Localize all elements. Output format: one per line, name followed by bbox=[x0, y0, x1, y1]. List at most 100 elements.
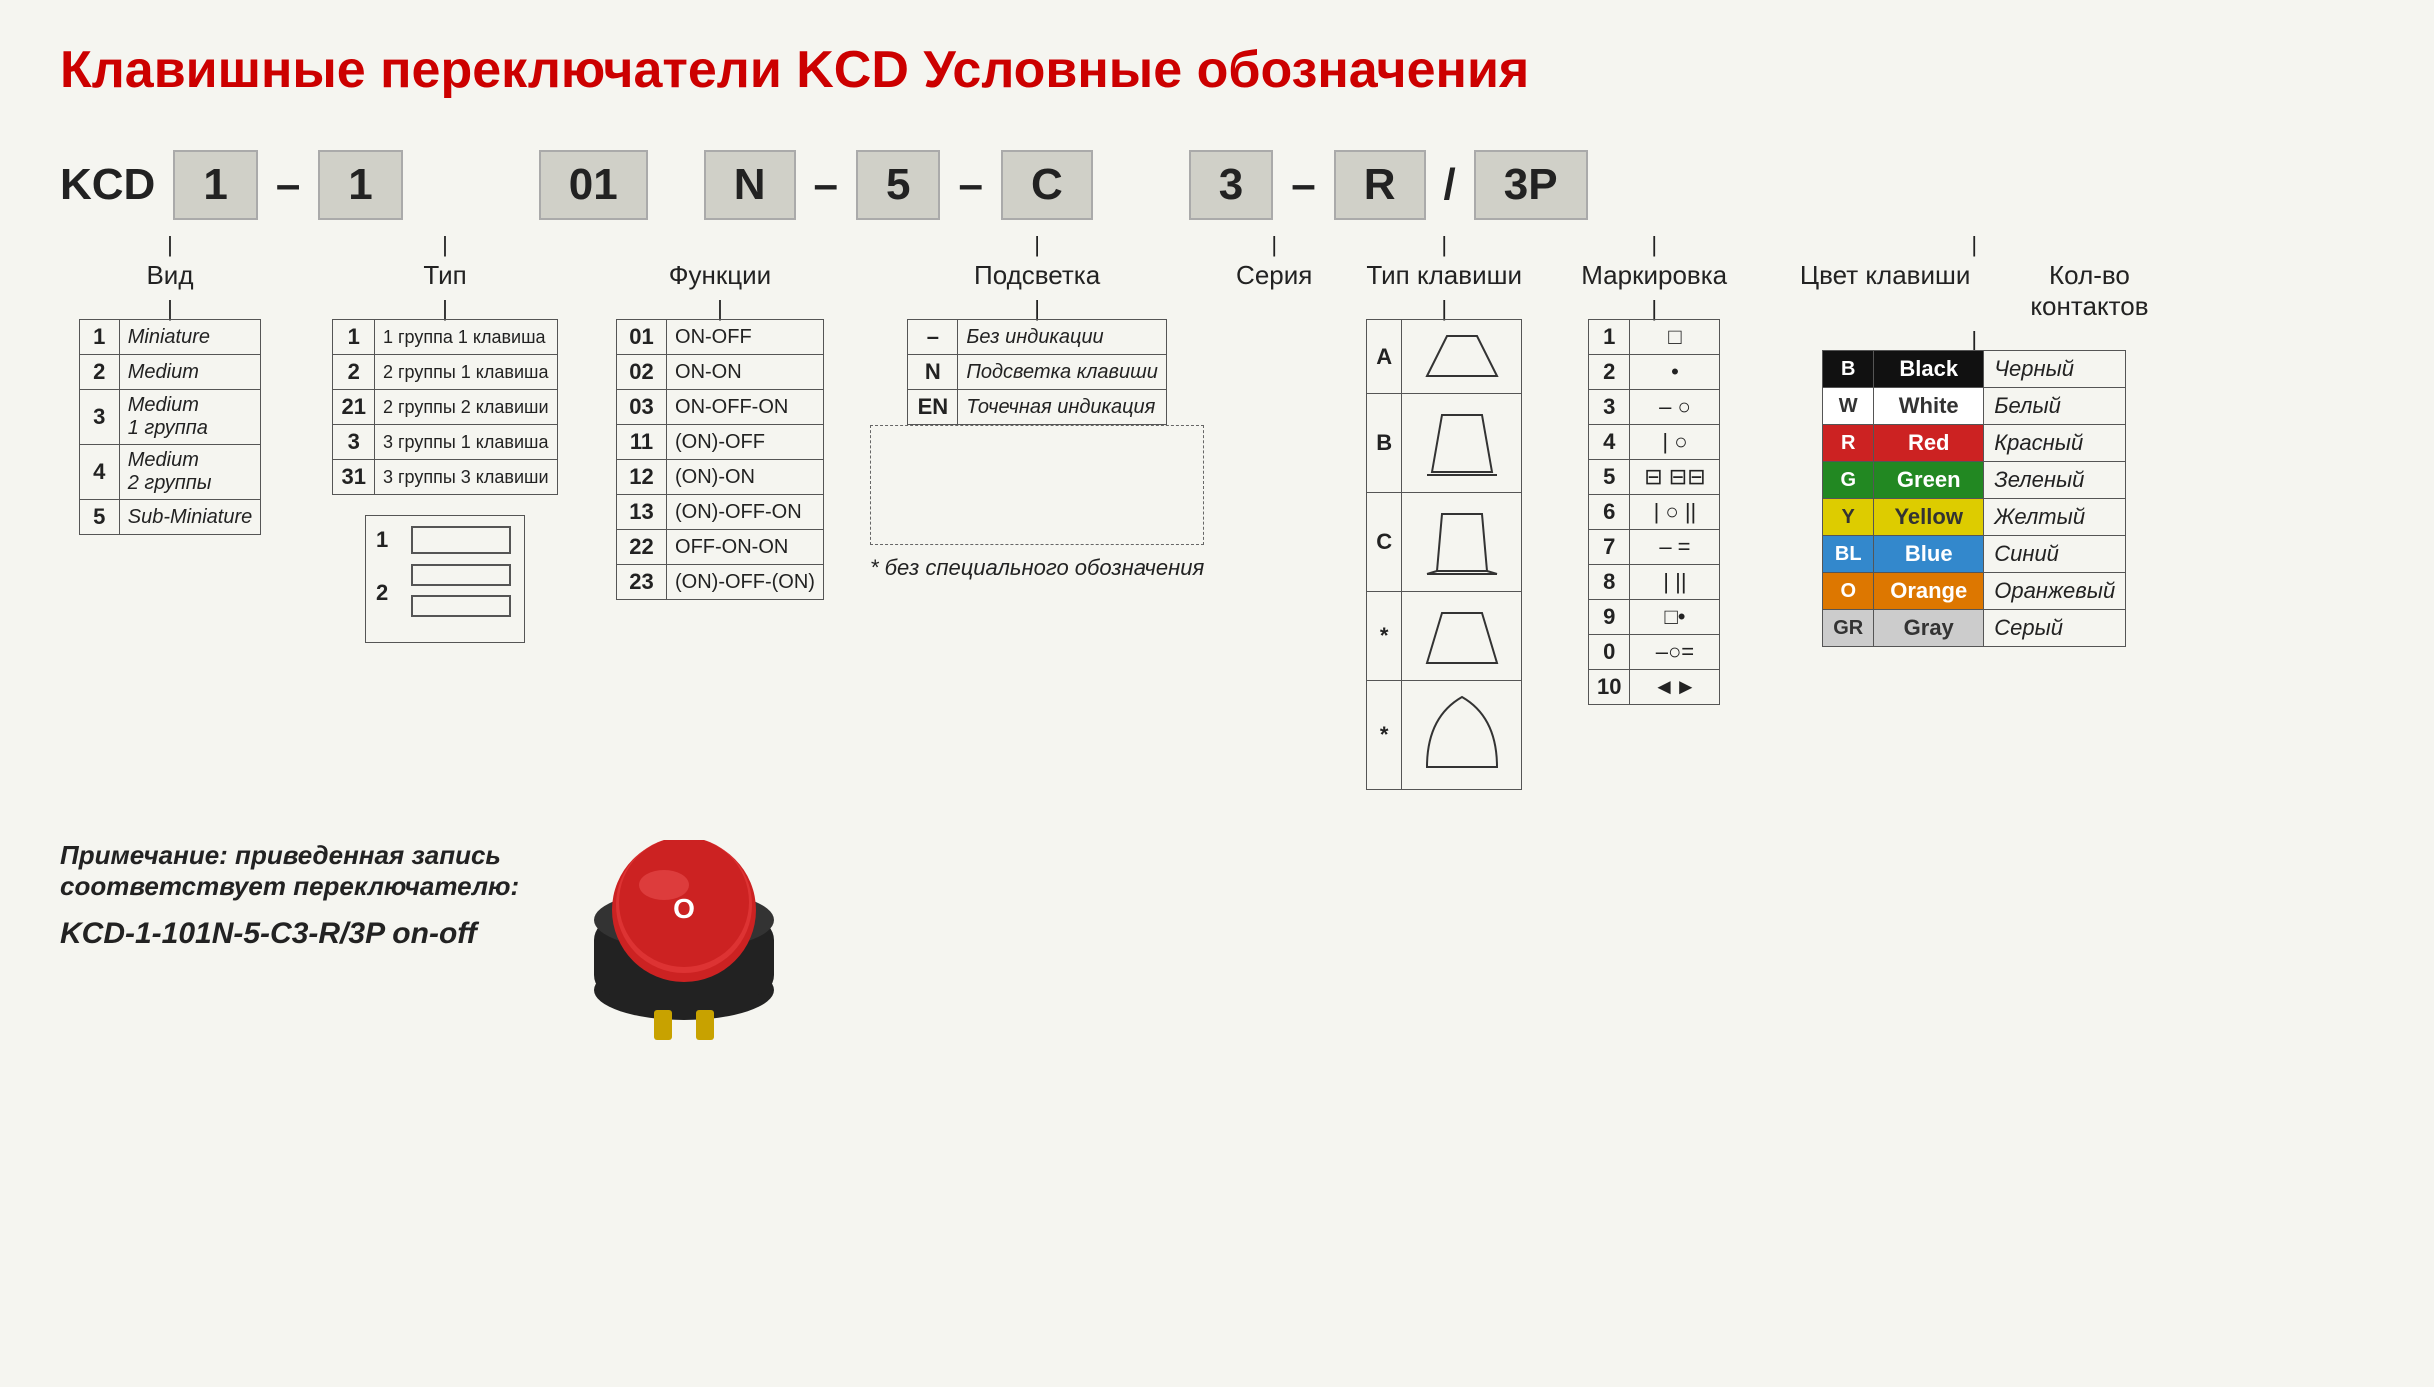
code-dash-1: – bbox=[276, 160, 300, 210]
color-en: White bbox=[1874, 388, 1984, 425]
color-ru: Желтый bbox=[1984, 499, 2126, 536]
light-row: EN Точечная индикация bbox=[908, 390, 1166, 425]
mark-num: 2 bbox=[1588, 355, 1629, 390]
mark-row: 10 ◄► bbox=[1588, 670, 1719, 705]
color-en: Blue bbox=[1874, 536, 1984, 573]
color-en: Green bbox=[1874, 462, 1984, 499]
vid-section: | Вид | 1 Miniature2 Medium3 Medium 1 гр… bbox=[60, 230, 280, 535]
func-name: (ON)-OFF bbox=[667, 425, 824, 460]
keytype-shape-c bbox=[1402, 493, 1522, 592]
func-name: ON-OFF-ON bbox=[667, 390, 824, 425]
keytype-shape-b bbox=[1402, 394, 1522, 493]
mark-num: 5 bbox=[1588, 460, 1629, 495]
example-code: KCD-1-101N-5-C3-R/3P on-off bbox=[60, 917, 519, 951]
color-abbr: Y bbox=[1823, 499, 1874, 536]
color-row: G Green Зеленый bbox=[1823, 462, 2126, 499]
color-abbr: B bbox=[1823, 351, 1874, 388]
light-desc: Подсветка клавиши bbox=[958, 355, 1166, 390]
key-shapes: 1 2 bbox=[365, 515, 525, 643]
vid-num: 4 bbox=[79, 445, 119, 500]
color-abbr: W bbox=[1823, 388, 1874, 425]
mark-num: 7 bbox=[1588, 530, 1629, 565]
tip-desc: 2 группы 1 клавиша bbox=[374, 355, 557, 390]
keytype-label: Тип клавиши bbox=[1366, 260, 1522, 291]
keytype-letter-star1: * bbox=[1367, 592, 1402, 681]
mark-row: 2 • bbox=[1588, 355, 1719, 390]
code-box-7: 3 bbox=[1189, 150, 1273, 220]
code-box-4: N bbox=[704, 150, 796, 220]
color-abbr: G bbox=[1823, 462, 1874, 499]
color-row: O Orange Оранжевый bbox=[1823, 573, 2126, 610]
tip-desc: 2 группы 2 клавиши bbox=[374, 390, 557, 425]
keytype-row-b: B bbox=[1367, 394, 1522, 493]
light-section: | Подсветка | – Без индикацииN Подсветка… bbox=[870, 230, 1204, 581]
keytype-row-a: A bbox=[1367, 320, 1522, 394]
color-row: GR Gray Серый bbox=[1823, 610, 2126, 647]
code-dash-2: – bbox=[814, 160, 838, 210]
vid-row: 2 Medium bbox=[79, 355, 261, 390]
func-code: 23 bbox=[617, 565, 667, 600]
mark-table: 1 □2 •3 – ○4 | ○5 ⊟ ⊟⊟6 | ○ ||7 – =8 | |… bbox=[1588, 319, 1720, 705]
mark-num: 6 bbox=[1588, 495, 1629, 530]
series-label: Серия bbox=[1236, 260, 1312, 291]
tip-num: 21 bbox=[333, 390, 374, 425]
vid-name: Sub-Miniature bbox=[119, 500, 261, 535]
func-row: 02 ON-ON bbox=[617, 355, 824, 390]
keytype-letter-c: C bbox=[1367, 493, 1402, 592]
mark-row: 4 | ○ bbox=[1588, 425, 1719, 460]
color-ru: Синий bbox=[1984, 536, 2126, 573]
svg-text:O: O bbox=[673, 893, 695, 924]
vid-row: 4 Medium 2 группы bbox=[79, 445, 261, 500]
code-line: KCD 1 – 1 01 N – 5 – C 3 – R / 3P bbox=[60, 150, 2374, 220]
tip-row: 21 2 группы 2 клавиши bbox=[333, 390, 557, 425]
keytype-shape-a bbox=[1402, 320, 1522, 394]
vid-label: Вид bbox=[146, 260, 193, 291]
light-desc: Без индикации bbox=[958, 320, 1166, 355]
color-row: B Black Черный bbox=[1823, 351, 2126, 388]
bottom-section: Примечание: приведенная записьсоответств… bbox=[60, 840, 2374, 1055]
color-row: R Red Красный bbox=[1823, 425, 2126, 462]
mark-num: 3 bbox=[1588, 390, 1629, 425]
keytype-letter-star2: * bbox=[1367, 681, 1402, 790]
mark-icon: – ○ bbox=[1630, 390, 1720, 425]
mark-num: 1 bbox=[1588, 320, 1629, 355]
switch-image: O bbox=[579, 840, 789, 1055]
keytype-section: | Тип клавиши | A B bbox=[1344, 230, 1544, 790]
mark-row: 5 ⊟ ⊟⊟ bbox=[1588, 460, 1719, 495]
mark-icon: | ○ bbox=[1630, 425, 1720, 460]
mark-row: 0 –○= bbox=[1588, 635, 1719, 670]
keytype-row-c: C bbox=[1367, 493, 1522, 592]
color-abbr: BL bbox=[1823, 536, 1874, 573]
func-row: 01 ON-OFF bbox=[617, 320, 824, 355]
tip-desc: 3 группы 3 клавиши bbox=[374, 460, 557, 495]
mark-icon: | || bbox=[1630, 565, 1720, 600]
mark-icon: – = bbox=[1630, 530, 1720, 565]
tip-row: 2 2 группы 1 клавиша bbox=[333, 355, 557, 390]
func-code: 13 bbox=[617, 495, 667, 530]
switch-svg: O bbox=[579, 840, 789, 1050]
mark-row: 9 □• bbox=[1588, 600, 1719, 635]
asterisk-note: * без специального обозначения bbox=[870, 555, 1204, 581]
tip-table: 1 1 группа 1 клавиша2 2 группы 1 клавиша… bbox=[332, 319, 557, 495]
keytype-row-star1: * bbox=[1367, 592, 1522, 681]
tip-row: 3 3 группы 1 клавиша bbox=[333, 425, 557, 460]
mark-row: 1 □ bbox=[1588, 320, 1719, 355]
mark-icon: □• bbox=[1630, 600, 1720, 635]
mark-num: 10 bbox=[1588, 670, 1629, 705]
mark-icon: | ○ || bbox=[1630, 495, 1720, 530]
code-box-3: 01 bbox=[539, 150, 648, 220]
color-table: B Black ЧерныйW White БелыйR Red Красный… bbox=[1822, 350, 2126, 647]
vid-num: 3 bbox=[79, 390, 119, 445]
func-row: 23 (ON)-OFF-(ON) bbox=[617, 565, 824, 600]
color-en: Yellow bbox=[1874, 499, 1984, 536]
code-box-8: R bbox=[1334, 150, 1426, 220]
func-name: (ON)-OFF-ON bbox=[667, 495, 824, 530]
func-row: 22 OFF-ON-ON bbox=[617, 530, 824, 565]
tip-label: Тип bbox=[423, 260, 466, 291]
keytype-letter-a: A bbox=[1367, 320, 1402, 394]
color-ru: Оранжевый bbox=[1984, 573, 2126, 610]
light-code: N bbox=[908, 355, 958, 390]
light-code: – bbox=[908, 320, 958, 355]
code-slash: / bbox=[1444, 160, 1456, 210]
code-dash-3: – bbox=[958, 160, 982, 210]
